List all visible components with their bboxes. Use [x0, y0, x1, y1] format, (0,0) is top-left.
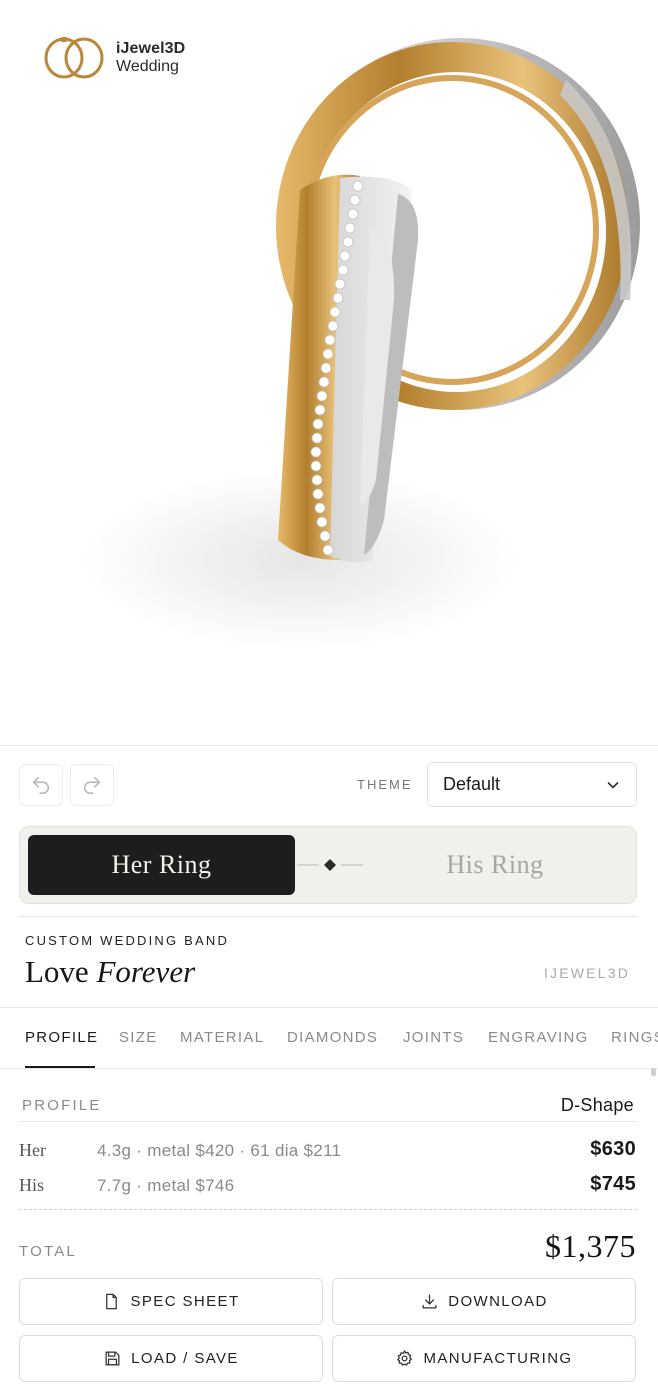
diamond-separator-icon — [297, 859, 363, 871]
his-ring-tab[interactable]: His Ring — [370, 835, 620, 895]
download-label: DOWNLOAD — [448, 1293, 548, 1310]
product-eyebrow: CUSTOM WEDDING BAND — [25, 933, 230, 948]
tabs-divider-bottom — [0, 1068, 658, 1069]
tab-engraving[interactable]: ENGRAVING — [488, 1029, 589, 1046]
ring-selector: Her Ring His Ring — [19, 826, 637, 904]
product-title: Love Forever — [25, 954, 195, 990]
document-icon — [106, 1293, 118, 1310]
scrollbar-thumb[interactable] — [651, 1068, 656, 1076]
tab-diamonds[interactable]: DIAMONDS — [287, 1029, 378, 1046]
load-save-button[interactable]: LOAD / SAVE — [19, 1335, 323, 1382]
theme-dropdown[interactable]: Default — [427, 762, 637, 807]
tab-material[interactable]: MATERIAL — [180, 1029, 264, 1046]
his-price-label: His — [19, 1175, 45, 1195]
product-title-main: Love — [25, 954, 89, 989]
interlocked-rings-logo-icon — [44, 37, 104, 79]
brand-tag: IJEWEL3D — [543, 965, 630, 981]
profile-value: D-Shape — [560, 1095, 634, 1115]
her-price-label: Her — [19, 1140, 46, 1160]
gear-icon — [397, 1350, 413, 1366]
his-price-value: $745 — [590, 1173, 636, 1195]
product-title-italic: Forever — [96, 954, 196, 989]
spec-sheet-label: SPEC SHEET — [130, 1293, 240, 1310]
floppy-disk-icon — [105, 1351, 120, 1366]
config-tabs: PROFILE SIZE MATERIAL DIAMONDS JOINTS EN… — [0, 1008, 658, 1068]
manufacturing-label: MANUFACTURING — [423, 1350, 573, 1367]
viewer-divider — [0, 745, 658, 746]
his-price-detail: 7.7g · metal $746 — [97, 1176, 235, 1195]
undo-icon — [32, 776, 50, 795]
tab-rings[interactable]: RINGS — [611, 1029, 658, 1046]
brand-subtitle: Wedding — [116, 58, 179, 75]
her-price-value: $630 — [590, 1138, 636, 1160]
profile-divider — [19, 1121, 637, 1122]
her-ring-tab[interactable]: Her Ring — [28, 835, 295, 895]
product-viewer[interactable]: iJewel3D Wedding — [0, 0, 658, 746]
brand-name: iJewel3D — [116, 40, 186, 58]
tab-size[interactable]: SIZE — [119, 1029, 158, 1046]
total-label: TOTAL — [19, 1243, 77, 1260]
tab-profile[interactable]: PROFILE — [25, 1029, 98, 1046]
spec-sheet-button[interactable]: SPEC SHEET — [19, 1278, 323, 1325]
price-divider — [19, 1209, 637, 1210]
theme-selected-value: Default — [443, 774, 501, 794]
profile-label: PROFILE — [22, 1097, 102, 1114]
manufacturing-button[interactable]: MANUFACTURING — [332, 1335, 636, 1382]
undo-button[interactable] — [19, 764, 63, 806]
wedding-rings-render[interactable] — [0, 0, 658, 746]
download-button[interactable]: DOWNLOAD — [332, 1278, 636, 1325]
redo-button[interactable] — [70, 764, 114, 806]
redo-icon — [83, 776, 101, 795]
theme-label: THEME — [357, 777, 413, 792]
download-icon — [422, 1294, 437, 1309]
brand-logo: iJewel3D Wedding — [42, 36, 185, 80]
total-value: $1,375 — [545, 1228, 636, 1264]
her-price-detail: 4.3g · metal $420 · 61 dia $211 — [97, 1141, 342, 1160]
tab-joints[interactable]: JOINTS — [403, 1029, 464, 1046]
chevron-down-icon — [607, 781, 619, 788]
section-divider — [19, 916, 637, 917]
load-save-label: LOAD / SAVE — [131, 1350, 239, 1367]
